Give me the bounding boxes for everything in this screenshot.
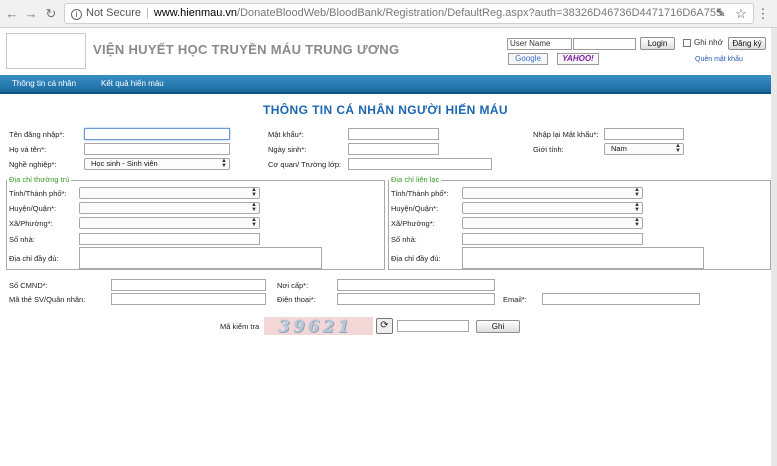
captcha-label: Mã kiểm tra [220, 322, 260, 331]
browser-toolbar: ← → ↻ i Not Secure | www.hienmau.vn/DonateB… [0, 0, 777, 28]
contact-province-label: Tỉnh/Thành phố*: [391, 189, 449, 198]
perm-ward-label: Xã/Phường*: [9, 219, 53, 228]
password-field[interactable] [573, 38, 636, 50]
username-input[interactable] [84, 128, 230, 140]
yahoo-login-button[interactable]: YAHOO! [557, 53, 599, 65]
security-label: Not Secure [86, 7, 142, 19]
contact-full-textarea[interactable] [462, 247, 704, 269]
select-arrows-icon: ▲ ▼ [634, 202, 640, 213]
phone-label: Điện thoại*: [277, 295, 316, 304]
refresh-icon[interactable]: ⟳ [376, 318, 393, 334]
forward-arrow-icon[interactable]: → [23, 6, 39, 22]
menu-donation-results[interactable]: Kết quả hiến máu [101, 79, 164, 88]
menu-personal-info[interactable]: Thông tin cá nhân [12, 79, 76, 88]
permanent-address-legend: Địa chỉ thường trú [7, 175, 72, 184]
student-id-label: Mã thẻ SV/Quân nhân: [9, 295, 86, 304]
captcha-text: 39621 [278, 317, 353, 335]
perm-house-input[interactable] [79, 233, 260, 245]
select-arrows-icon: ▲ ▼ [251, 217, 257, 228]
extension-icon[interactable]: ✎ [713, 6, 729, 22]
contact-house-label: Số nhà: [391, 235, 417, 244]
contact-ward-label: Xã/Phường*: [391, 219, 435, 228]
contact-district-select[interactable]: ▲ ▼ [462, 202, 643, 214]
perm-full-label: Địa chỉ đầy đủ: [9, 254, 59, 263]
reload-icon[interactable]: ↻ [43, 6, 59, 22]
url-domain: www.hienmau.vn [153, 7, 238, 19]
select-arrows-icon: ▲ ▼ [251, 187, 257, 198]
contact-ward-select[interactable]: ▲ ▼ [462, 217, 643, 229]
remember-label: Ghi nhớ [694, 38, 723, 47]
contact-address-legend: Địa chỉ liên lạc [389, 175, 442, 184]
username-field[interactable]: User Name [507, 38, 572, 50]
captcha-input[interactable] [397, 320, 469, 332]
birthdate-label: Ngày sinh*: [268, 145, 307, 154]
password-input[interactable] [348, 128, 439, 140]
bookmark-star-icon[interactable]: ☆ [733, 6, 749, 22]
email-label: Email*: [503, 295, 527, 304]
google-login-button[interactable]: Google [508, 53, 548, 65]
email-input[interactable] [542, 293, 700, 305]
main-menu: Thông tin cá nhân Kết quả hiến máu [0, 75, 771, 94]
gender-label: Giới tính: [533, 145, 564, 154]
perm-province-select[interactable]: ▲ ▼ [79, 187, 260, 199]
contact-province-select[interactable]: ▲ ▼ [462, 187, 643, 199]
perm-house-label: Số nhà: [9, 235, 35, 244]
gender-value: Nam [611, 144, 627, 153]
birthdate-input[interactable] [348, 143, 439, 155]
id-input[interactable] [111, 279, 266, 291]
form-title: THÔNG TIN CÁ NHÂN NGƯỜI HIẾN MÁU [263, 103, 508, 117]
confirm-password-label: Nhập lại Mật khẩu*: [533, 130, 599, 139]
forgot-password-link[interactable]: Quên mật khẩu [695, 56, 743, 63]
perm-full-textarea[interactable] [79, 247, 322, 269]
menu-kebab-icon[interactable]: ⋮ [755, 6, 771, 22]
login-button[interactable]: Login [640, 37, 675, 50]
perm-district-select[interactable]: ▲ ▼ [79, 202, 260, 214]
confirm-password-input[interactable] [604, 128, 684, 140]
url-separator: | [146, 7, 149, 19]
contact-house-input[interactable] [462, 233, 643, 245]
scrollbar[interactable] [771, 28, 777, 466]
address-bar[interactable]: i Not Secure | www.hienmau.vn/DonateBloodWe… [64, 3, 754, 24]
contact-district-label: Huyện/Quận*: [391, 204, 439, 213]
select-arrows-icon: ▲ ▼ [634, 217, 640, 228]
occupation-select[interactable]: Học sinh - Sinh viên ▲ ▼ [84, 158, 230, 170]
select-arrows-icon: ▲ ▼ [251, 202, 257, 213]
select-arrows-icon: ▲ ▼ [634, 187, 640, 198]
info-icon[interactable]: i [71, 9, 82, 20]
phone-input[interactable] [337, 293, 495, 305]
site-logo [6, 33, 86, 69]
url-path: /DonateBloodWeb/BloodBank/Registration/D… [237, 7, 723, 19]
workplace-label: Cơ quan/ Trường lớp: [268, 160, 342, 169]
username-label: Tên đăng nhập*: [9, 130, 65, 139]
fullname-input[interactable] [84, 143, 230, 155]
id-label: Số CMND*: [9, 281, 48, 290]
captcha-image: 39621 [264, 317, 373, 335]
student-id-input[interactable] [111, 293, 266, 305]
contact-full-label: Địa chỉ đầy đủ: [391, 254, 441, 263]
select-arrows-icon: ▲ ▼ [675, 143, 681, 154]
gender-select[interactable]: Nam ▲ ▼ [604, 143, 684, 155]
remember-checkbox[interactable] [683, 39, 691, 47]
workplace-input[interactable] [348, 158, 492, 170]
perm-province-label: Tỉnh/Thành phố*: [9, 189, 67, 198]
register-button[interactable]: Đăng ký [728, 37, 766, 50]
perm-district-label: Huyện/Quận*: [9, 204, 57, 213]
password-label: Mật khẩu*: [268, 130, 304, 139]
select-arrows-icon: ▲ ▼ [221, 158, 227, 169]
save-button[interactable]: Ghi [476, 320, 520, 333]
occupation-value: Học sinh - Sinh viên [91, 159, 158, 168]
back-arrow-icon[interactable]: ← [4, 6, 20, 22]
issued-input[interactable] [337, 279, 495, 291]
site-title: VIỆN HUYẾT HỌC TRUYỀN MÁU TRUNG ƯƠNG [93, 42, 400, 57]
perm-ward-select[interactable]: ▲ ▼ [79, 217, 260, 229]
occupation-label: Nghề nghiệp*: [9, 160, 57, 169]
fullname-label: Họ và tên*: [9, 145, 47, 154]
issued-label: Nơi cấp*: [277, 281, 309, 290]
